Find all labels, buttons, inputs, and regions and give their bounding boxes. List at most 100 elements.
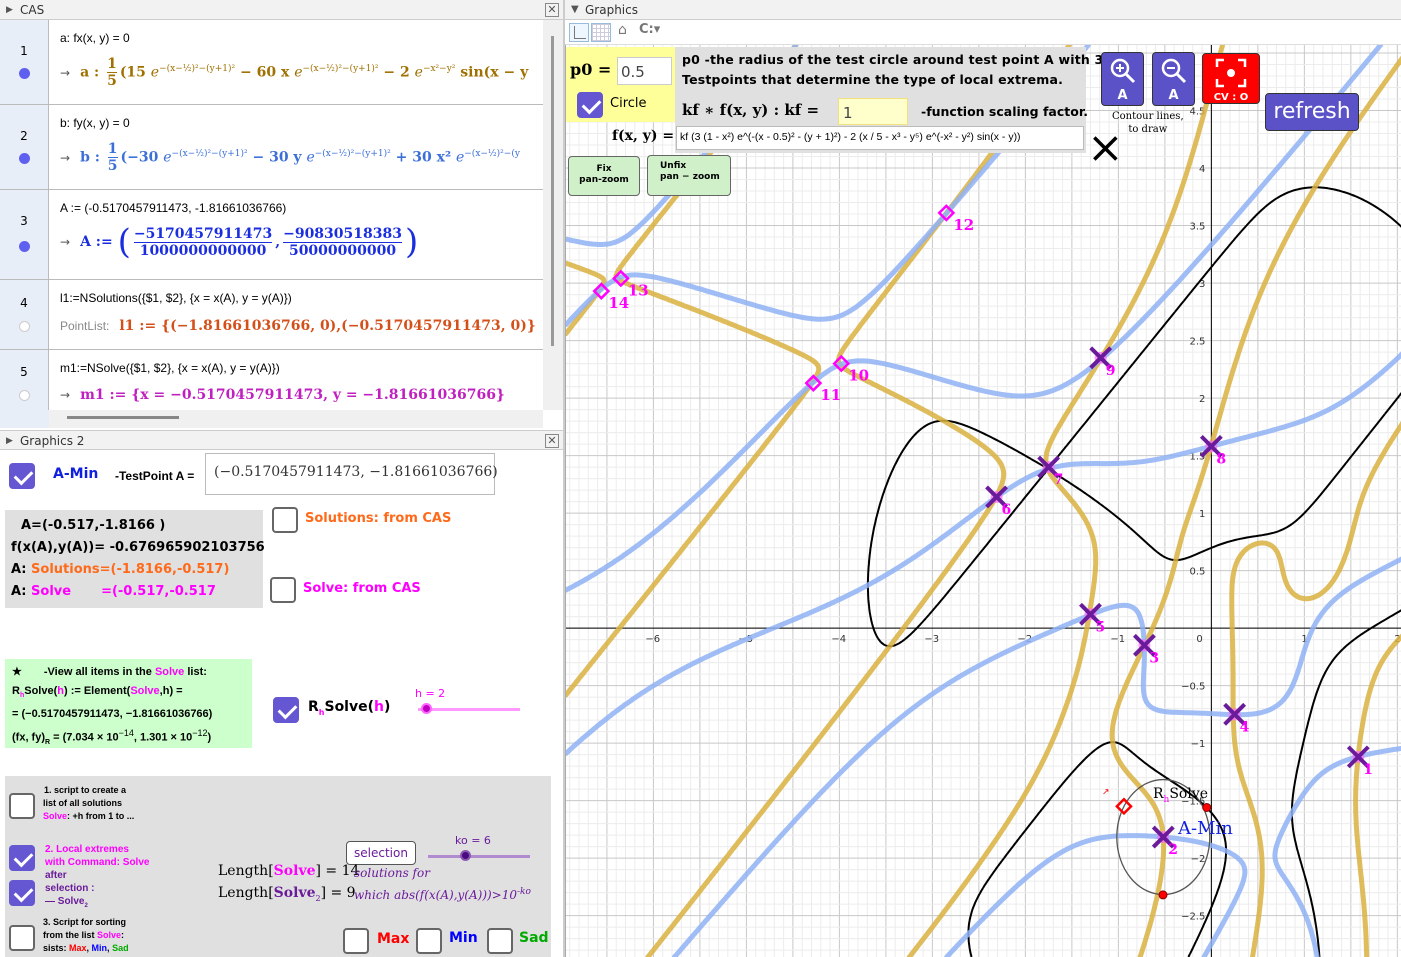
y-tick-label: −0.5 [1181,682,1205,693]
denominator: 1000000000000 [139,242,267,259]
element-line: RhSolve(h) := Element(Solve,h) = [12,685,183,700]
x-tick-label: −1 [1110,634,1125,645]
solutions-from-cas-checkbox[interactable] [272,507,298,533]
rh-solve-plot-text: Solve [1169,786,1209,802]
selection-button[interactable]: selection [346,841,416,865]
collapse-triangle-icon[interactable]: ▶ [6,0,13,20]
output-name: A := [80,234,113,250]
script1-checkbox[interactable] [9,793,35,819]
max-checkbox[interactable] [343,928,369,954]
cas-input[interactable]: m1:=NSolve({$1, $2}, {x = x(A), y = y(A)… [60,361,280,375]
kf-label: kf ∗ f(x, y) : kf = [682,101,820,119]
collapse-triangle-icon[interactable]: ▶ [6,431,13,451]
cas-header[interactable]: ▶ CAS ✕ [0,0,563,20]
script3-checkbox[interactable] [9,925,35,951]
close-icon[interactable]: ✕ [545,434,559,448]
cas-input[interactable]: A := (-0.5170457911473, -1.81661036766) [60,201,286,215]
text: −14 [118,728,134,739]
text: -View all items in the [43,666,155,678]
y-tick-label: 0.5 [1189,567,1205,578]
rh-solve-plot-label: RhSolve [1153,786,1209,805]
numerator: 1 [107,56,117,73]
cas-input[interactable]: l1:=NSolutions({$1, $2}, {x = x(A), y = … [60,291,292,305]
min-checkbox[interactable] [416,928,442,954]
arrow-icon: → [60,65,71,80]
scrollbar-thumb[interactable] [67,416,179,419]
selection-checkbox[interactable] [9,880,35,906]
collapse-triangle-icon[interactable]: ▼ [571,0,579,20]
cas-row-2[interactable]: 2 b: fy(x, y) = 0 → b : 1 5 (−30 e−(x−½)²−(… [0,105,543,190]
row-number: 4 [0,280,49,349]
testpoint-input[interactable]: (−0.5170457911473, −1.81661036766) [205,453,498,495]
x-tick-label: −3 [924,634,939,645]
a-min-checkbox[interactable] [9,463,35,489]
term: − 60 x [235,64,295,81]
text: = (7.034 × 10 [50,731,119,744]
horizontal-scrollbar[interactable] [0,410,543,428]
visibility-toggle[interactable] [19,153,30,164]
ko-slider[interactable] [428,855,530,858]
p0-input[interactable]: 0.5 [617,57,672,85]
cas-row-3[interactable]: 3 A := (-0.5170457911473, -1.81661036766… [0,190,543,280]
fix-pan-zoom-button[interactable]: Fix pan-zoom [568,156,640,196]
cas-input[interactable]: a: fx(x, y) = 0 [60,31,130,45]
text: Solve [273,863,316,879]
zoom-out-button[interactable]: A [1152,52,1195,106]
rh-solve-checkbox[interactable] [273,697,299,723]
f-input[interactable]: kf (3 (1 - x²) e^(-(x - 0.5)² - (y + 1)²… [676,126,1084,150]
h-slider-handle[interactable] [421,703,432,714]
term-base: e [414,64,423,81]
cas-row-5[interactable]: 5 m1:=NSolve({$1, $2}, {x = x(A), y = y(… [0,350,543,410]
y-tick-label: 1 [1199,509,1205,520]
center-view-button[interactable]: CV : O [1202,53,1260,104]
text: selection : [45,883,95,894]
style-dropdown-icon[interactable]: C:▾ [639,22,660,37]
info-box: A=(-0.517,-1.8166 ) f(x(A),y(A))= -0.676… [5,510,265,608]
graphics2-header[interactable]: ▶ Graphics 2 ✕ [0,430,563,450]
note-which-abs: which abs(f(x(A),y(A)))>10-ko [354,887,531,902]
text: R [308,699,319,715]
text: which abs(f(x(A),y(A)))>10 [354,888,518,902]
sad-checkbox[interactable] [487,928,513,954]
visibility-toggle[interactable] [19,241,30,252]
length-solve2: Length[Solve2] = 9 [218,885,356,903]
ko-slider-label: ko = 6 [455,834,491,847]
text: Max [69,943,87,953]
text: A [1117,88,1128,103]
script2-checkbox[interactable] [9,845,35,871]
grid-toggle-icon[interactable] [591,23,611,42]
solve-from-cas-checkbox[interactable] [270,577,296,603]
visibility-toggle[interactable] [19,321,30,332]
refresh-button[interactable]: refresh [1265,93,1359,131]
vertical-scrollbar[interactable] [543,20,563,410]
unfix-pan-zoom-button[interactable]: Unfix pan − zoom [647,155,731,196]
graphics-header[interactable]: ▼ Graphics [565,0,1401,20]
circle-checkbox[interactable] [577,92,603,118]
cas-row-1[interactable]: 1 a: fx(x, y) = 0 → a : 1 5 (15 e−(x−½)²−(y… [0,20,543,105]
text: pan − zoom [660,172,720,182]
term-exponent: −(x−½)²−(y+1)² [171,148,248,159]
point-label: 12 [953,216,974,234]
home-icon[interactable]: ⌂ [618,22,627,38]
term-exponent: −(x−½)²−(y+1)² [159,63,236,74]
ko-slider-handle[interactable] [460,850,471,861]
zoom-out-icon [1161,58,1186,84]
text: Unfix [660,161,687,171]
axes-toggle-icon[interactable] [569,23,589,42]
term-base: e [306,149,315,166]
point-label: 11 [820,386,841,404]
cas-row-4[interactable]: 4 l1:=NSolutions({$1, $2}, {x = x(A), y … [0,280,543,350]
zoom-in-button[interactable]: A [1101,52,1144,106]
circle-label: Circle [610,96,647,111]
term: + 30 x² [390,149,456,166]
solutions-line: A: Solutions=(-1.8166,-0.517) [11,559,257,581]
scrollbar-thumb[interactable] [551,36,554,346]
h-slider[interactable] [418,708,520,711]
point-label: 3 [1149,650,1159,666]
kf-input[interactable]: 1 [838,98,908,125]
point-label: 13 [628,281,649,299]
visibility-toggle[interactable] [19,390,30,401]
visibility-toggle[interactable] [19,68,30,79]
close-icon[interactable]: ✕ [545,3,559,17]
cas-input[interactable]: b: fy(x, y) = 0 [60,116,130,130]
